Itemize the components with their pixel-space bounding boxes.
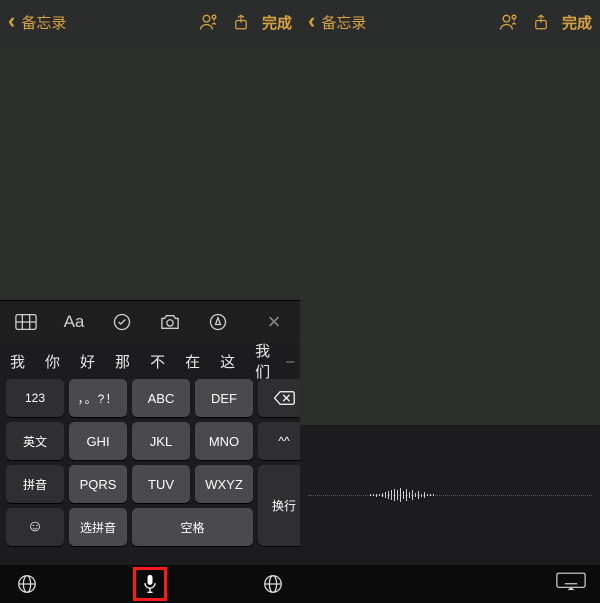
- key-wxyz[interactable]: WXYZ: [195, 465, 253, 503]
- candidate-bar: 我 你 好 那 不 在 这 我们 – ⌄: [0, 343, 300, 379]
- candidate[interactable]: 在: [181, 351, 204, 372]
- chevron-left-icon: ‹: [308, 8, 315, 34]
- back-label: 备忘录: [321, 12, 366, 33]
- text-format-icon[interactable]: Aa: [62, 310, 86, 334]
- nav-bar: ‹ 备忘录 完成: [0, 0, 300, 44]
- key-abc[interactable]: ABC: [132, 379, 190, 417]
- key-tuv[interactable]: TUV: [132, 465, 190, 503]
- dictation-waveform: [300, 425, 600, 565]
- candidate[interactable]: 这: [216, 351, 239, 372]
- keyboard: 我 你 好 那 不 在 这 我们 – ⌄ 123 ，。?！ ABC DEF 英文…: [0, 343, 300, 565]
- candidate[interactable]: 不: [146, 351, 169, 372]
- globe-icon[interactable]: [14, 571, 40, 597]
- keyboard-bottom-bar: [0, 565, 300, 603]
- share-icon[interactable]: [230, 11, 252, 33]
- key-pqrs[interactable]: PQRS: [69, 465, 127, 503]
- keyboard-bottom-bar: [300, 565, 600, 603]
- format-toolbar: Aa ×: [0, 300, 300, 343]
- back-label: 备忘录: [21, 12, 66, 33]
- chevron-left-icon: ‹: [8, 8, 15, 34]
- key-space[interactable]: 空格: [132, 508, 253, 546]
- back-button[interactable]: ‹ 备忘录: [8, 10, 66, 34]
- table-icon[interactable]: [14, 310, 38, 334]
- nav-bar: ‹ 备忘录 完成: [300, 0, 600, 44]
- camera-icon[interactable]: [158, 310, 182, 334]
- key-ghi[interactable]: GHI: [69, 422, 127, 460]
- key-jkl[interactable]: JKL: [132, 422, 190, 460]
- candidate[interactable]: 你: [41, 351, 64, 372]
- candidate[interactable]: 那: [111, 351, 134, 372]
- key-english[interactable]: 英文: [6, 422, 64, 460]
- candidate-collapse[interactable]: –: [286, 353, 294, 370]
- done-button[interactable]: 完成: [262, 12, 292, 33]
- back-button[interactable]: ‹ 备忘录: [308, 10, 366, 34]
- key-mno[interactable]: MNO: [195, 422, 253, 460]
- key-123[interactable]: 123: [6, 379, 64, 417]
- key-select-pinyin[interactable]: 选拼音: [69, 508, 127, 546]
- note-canvas[interactable]: [300, 44, 600, 428]
- note-canvas[interactable]: [0, 44, 300, 300]
- done-button[interactable]: 完成: [562, 12, 592, 33]
- mic-icon[interactable]: [133, 567, 167, 601]
- collaborate-icon[interactable]: [198, 11, 220, 33]
- key-emoji[interactable]: ☺: [6, 508, 64, 546]
- globe-icon[interactable]: [260, 571, 286, 597]
- markup-icon[interactable]: [206, 310, 230, 334]
- candidate[interactable]: 我们: [251, 340, 274, 382]
- close-icon[interactable]: ×: [262, 310, 286, 334]
- candidate[interactable]: 好: [76, 351, 99, 372]
- waveform-bars: [370, 485, 550, 505]
- key-def[interactable]: DEF: [195, 379, 253, 417]
- checklist-icon[interactable]: [110, 310, 134, 334]
- keyboard-icon[interactable]: [556, 572, 586, 597]
- share-icon[interactable]: [530, 11, 552, 33]
- key-punct[interactable]: ，。?！: [69, 379, 127, 417]
- candidate[interactable]: 我: [6, 351, 29, 372]
- key-pinyin[interactable]: 拼音: [6, 465, 64, 503]
- collaborate-icon[interactable]: [498, 11, 520, 33]
